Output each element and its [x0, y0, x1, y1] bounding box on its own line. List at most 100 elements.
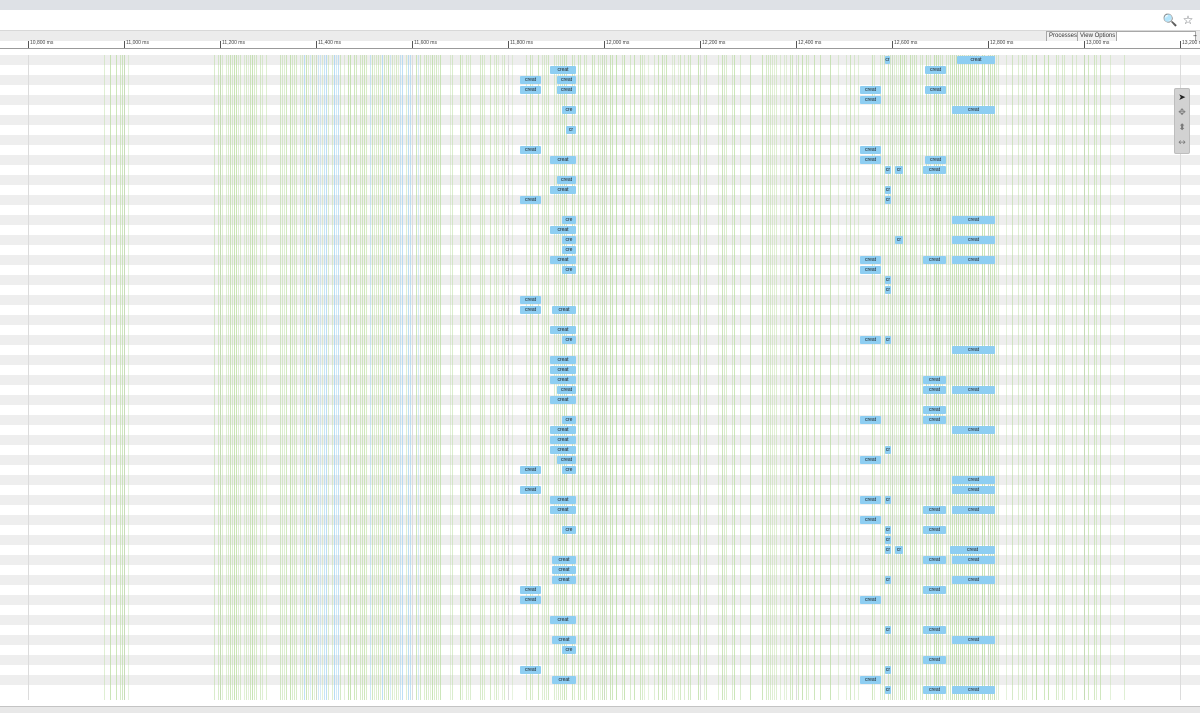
trace-slice[interactable]: creat [552, 556, 576, 564]
trace-slice[interactable]: cr [885, 666, 891, 674]
trace-slice[interactable]: cre [562, 526, 576, 534]
trace-slice[interactable]: creat [923, 686, 946, 694]
trace-slice[interactable]: creat [550, 256, 576, 264]
trace-slice[interactable]: creat [952, 476, 995, 484]
trace-slice[interactable]: creat [860, 456, 881, 464]
trace-slice[interactable]: creat [925, 156, 946, 164]
trace-slice[interactable]: creat [952, 256, 995, 264]
trace-slice[interactable]: cr [895, 166, 903, 174]
timing-tool-icon[interactable]: ↔ [1175, 136, 1189, 151]
trace-slice[interactable]: creat [860, 256, 881, 264]
trace-slice[interactable]: creat [520, 486, 541, 494]
trace-slice[interactable]: creat [952, 106, 995, 114]
trace-slice[interactable]: creat [557, 456, 576, 464]
trace-slice[interactable]: creat [550, 446, 576, 454]
trace-slice[interactable]: cr [885, 536, 891, 544]
trace-slice[interactable]: creat [923, 376, 946, 384]
trace-slice[interactable]: creat [860, 496, 881, 504]
trace-slice[interactable]: cr [895, 236, 903, 244]
trace-slice[interactable]: creat [860, 266, 881, 274]
trace-slice[interactable]: creat [860, 416, 881, 424]
trace-slice[interactable]: creat [550, 426, 576, 434]
trace-slice[interactable]: cr [885, 526, 891, 534]
trace-slice[interactable]: cr [895, 546, 903, 554]
trace-slice[interactable]: creat [557, 386, 576, 394]
trace-slice[interactable]: creat [520, 466, 541, 474]
trace-slice[interactable]: creat [550, 326, 576, 334]
trace-slice[interactable]: creat [952, 576, 995, 584]
trace-slice[interactable]: creat [550, 186, 576, 194]
trace-slice[interactable]: creat [550, 496, 576, 504]
trace-slice[interactable]: creat [923, 586, 946, 594]
trace-slice[interactable]: creat [557, 176, 576, 184]
trace-slice[interactable]: cr [566, 126, 576, 134]
trace-slice[interactable]: creat [520, 146, 541, 154]
trace-slice[interactable]: creat [860, 86, 881, 94]
trace-slice[interactable]: creat [952, 216, 995, 224]
trace-slice[interactable]: creat [923, 656, 946, 664]
trace-slice[interactable]: creat [550, 356, 576, 364]
trace-slice[interactable]: creat [957, 56, 995, 64]
trace-slice[interactable]: creat [860, 96, 881, 104]
trace-slice[interactable]: creat [952, 506, 995, 514]
trace-slice[interactable]: cr [885, 686, 891, 694]
zoom-tool-icon[interactable]: ⬍ [1175, 121, 1189, 136]
zoom-icon[interactable]: 🔍 [1162, 12, 1178, 28]
trace-slice[interactable]: creat [520, 306, 541, 314]
trace-slice[interactable]: creat [925, 86, 946, 94]
trace-slice[interactable]: cr [885, 496, 891, 504]
trace-slice[interactable]: creat [552, 636, 576, 644]
trace-slice[interactable]: creat [860, 336, 881, 344]
trace-slice[interactable]: cre [562, 416, 576, 424]
trace-slice[interactable]: cr [885, 276, 891, 284]
trace-slice[interactable]: creat [923, 386, 946, 394]
trace-slice[interactable]: cr [885, 196, 891, 204]
trace-slice[interactable]: creat [552, 576, 576, 584]
trace-slice[interactable]: cr [885, 166, 891, 174]
trace-slice[interactable]: creat [550, 66, 576, 74]
trace-slice[interactable]: cre [562, 336, 576, 344]
trace-slice[interactable]: cr [885, 546, 891, 554]
trace-slice[interactable]: cre [562, 106, 576, 114]
trace-slice[interactable]: cre [562, 246, 576, 254]
trace-slice[interactable]: creat [550, 156, 576, 164]
trace-slice[interactable]: cre [562, 266, 576, 274]
trace-slice[interactable]: creat [952, 636, 995, 644]
trace-slice[interactable]: creat [550, 506, 576, 514]
trace-slice[interactable]: creat [520, 586, 541, 594]
trace-slice[interactable]: creat [923, 506, 946, 514]
trace-slice[interactable]: cr [885, 336, 891, 344]
trace-slice[interactable]: cr [885, 576, 891, 584]
trace-slice[interactable]: creat [923, 166, 946, 174]
trace-slice[interactable]: creat [923, 626, 946, 634]
trace-slice[interactable]: creat [860, 146, 881, 154]
trace-slice[interactable]: creat [950, 546, 995, 554]
trace-slice[interactable]: creat [520, 596, 541, 604]
trace-slice[interactable]: creat [860, 156, 881, 164]
trace-slice[interactable]: cr [885, 446, 891, 454]
trace-slice[interactable]: cr [885, 186, 891, 194]
select-tool-icon[interactable]: ➤ [1175, 91, 1189, 106]
trace-slice[interactable]: creat [923, 416, 946, 424]
trace-slice[interactable]: creat [952, 686, 995, 694]
pan-tool-icon[interactable]: ✥ [1175, 106, 1189, 121]
trace-slice[interactable]: cre [562, 236, 576, 244]
trace-slice[interactable]: creat [550, 616, 576, 624]
trace-slice[interactable]: creat [550, 436, 576, 444]
trace-slice[interactable]: cre [562, 216, 576, 224]
trace-slice[interactable]: creat [557, 76, 576, 84]
trace-slice[interactable]: creat [952, 486, 995, 494]
trace-slice[interactable]: cre [562, 646, 576, 654]
trace-slice[interactable]: creat [923, 256, 946, 264]
trace-slice[interactable]: creat [520, 296, 541, 304]
trace-slice[interactable]: creat [552, 566, 576, 574]
trace-slice[interactable]: creat [952, 556, 995, 564]
trace-slice[interactable]: creat [952, 426, 995, 434]
trace-slice[interactable]: creat [952, 386, 995, 394]
track-view[interactable]: creat cr creat creat creat creat creat creat cre… [0, 55, 1200, 700]
trace-slice[interactable]: creat [552, 676, 576, 684]
trace-slice[interactable]: creat [550, 366, 576, 374]
trace-slice[interactable]: cr [885, 626, 891, 634]
trace-slice[interactable]: creat [520, 86, 541, 94]
trace-slice[interactable]: creat [923, 406, 946, 414]
